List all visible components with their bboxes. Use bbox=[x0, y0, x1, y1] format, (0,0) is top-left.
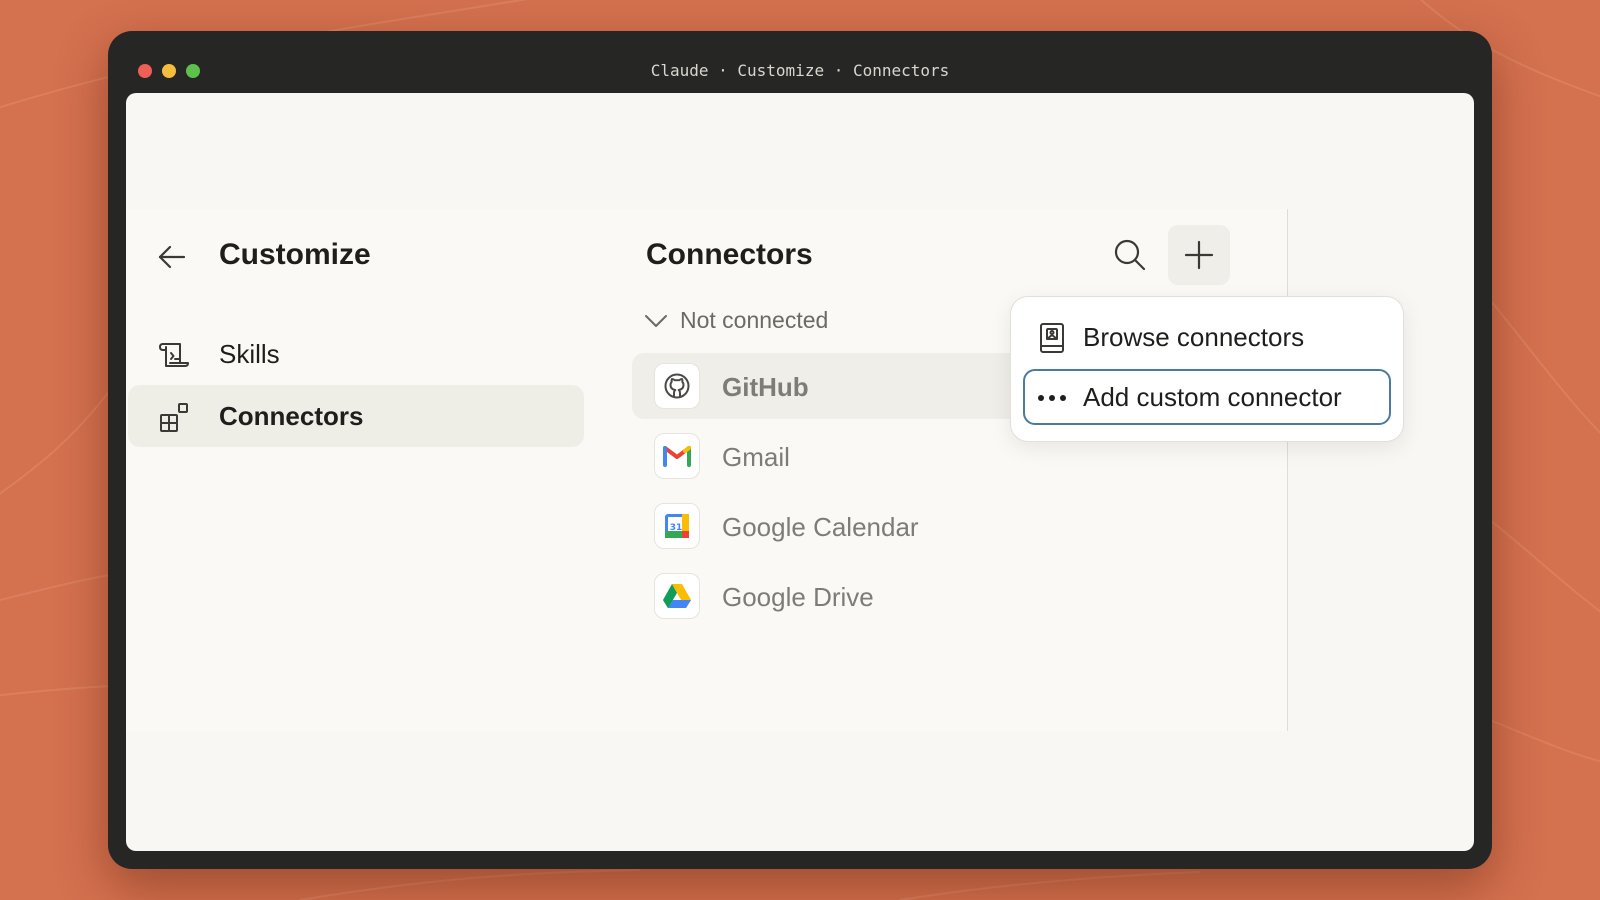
connectors-panel: Connectors Not connected GitHub Gmail 31… bbox=[600, 209, 1288, 731]
section-label: Not connected bbox=[680, 307, 829, 333]
back-button[interactable] bbox=[154, 239, 190, 275]
sidebar-item-label: Skills bbox=[219, 338, 280, 369]
menu-item-browse-connectors[interactable]: Browse connectors bbox=[1023, 309, 1391, 365]
sidebar-item-label: Connectors bbox=[219, 400, 364, 431]
book-icon bbox=[1040, 323, 1064, 353]
sidebar-item-connectors[interactable]: Connectors bbox=[128, 385, 584, 447]
gmail-icon bbox=[663, 446, 691, 467]
sidebar-item-skills[interactable]: Skills bbox=[128, 323, 584, 385]
connectors-icon bbox=[160, 403, 188, 432]
search-icon bbox=[1114, 239, 1146, 271]
github-logo bbox=[654, 363, 700, 409]
connector-row-google-calendar[interactable]: 31 Google Calendar bbox=[632, 493, 1252, 559]
app-content: Customize Skills Connectors Connectors N… bbox=[126, 93, 1474, 851]
gmail-logo bbox=[654, 433, 700, 479]
add-connector-menu: Browse connectors Add custom connector bbox=[1010, 296, 1404, 442]
window-title: Claude · Customize · Connectors bbox=[650, 61, 950, 80]
connector-row-google-drive[interactable]: Google Drive bbox=[632, 563, 1252, 629]
connector-name: Gmail bbox=[722, 442, 790, 472]
menu-item-add-custom-connector[interactable]: Add custom connector bbox=[1023, 369, 1391, 425]
customize-sidebar: Customize Skills Connectors bbox=[126, 209, 601, 731]
google-drive-logo bbox=[654, 573, 700, 619]
connector-name: Google Calendar bbox=[722, 512, 919, 542]
search-button[interactable] bbox=[1106, 231, 1154, 279]
google-drive-icon bbox=[663, 584, 691, 608]
calendar-day: 31 bbox=[670, 523, 683, 533]
arrow-left-icon bbox=[158, 245, 186, 269]
app-window: Claude · Customize · Connectors Customiz… bbox=[108, 31, 1492, 869]
not-connected-section-toggle[interactable]: Not connected bbox=[644, 307, 828, 334]
more-dots-icon bbox=[1038, 395, 1066, 401]
chevron-down-icon bbox=[645, 314, 667, 327]
google-calendar-icon: 31 bbox=[665, 514, 689, 538]
menu-item-label: Browse connectors bbox=[1083, 322, 1305, 352]
google-calendar-logo: 31 bbox=[654, 503, 700, 549]
add-connector-button[interactable] bbox=[1168, 225, 1230, 285]
connector-name: Google Drive bbox=[722, 582, 874, 612]
plus-icon bbox=[1184, 240, 1214, 270]
menu-item-label: Add custom connector bbox=[1083, 382, 1342, 412]
github-icon bbox=[664, 373, 690, 399]
sidebar-title: Customize bbox=[219, 238, 371, 271]
connector-name: GitHub bbox=[722, 372, 809, 402]
page-title: Connectors bbox=[646, 238, 813, 271]
scroll-icon bbox=[159, 343, 189, 367]
